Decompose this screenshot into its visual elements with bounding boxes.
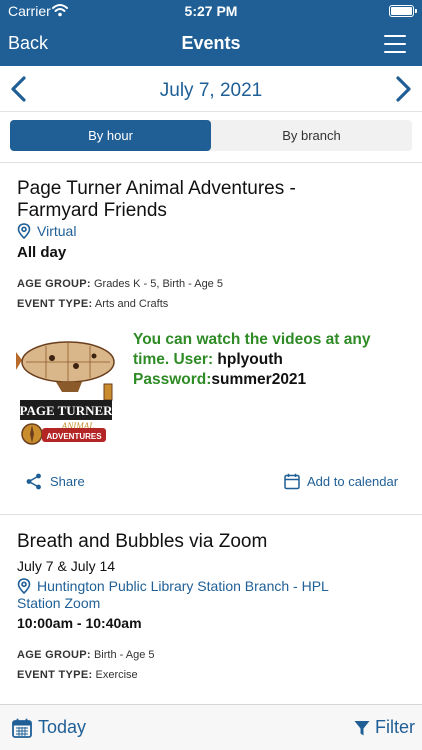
date-navigator: July 7, 2021 bbox=[0, 66, 422, 112]
logo-text-line3: ADVENTURES bbox=[46, 432, 102, 441]
location-pin-icon bbox=[17, 578, 31, 594]
bottom-toolbar: Today Filter bbox=[0, 704, 422, 750]
event-type: EVENT TYPE: Exercise bbox=[17, 669, 138, 681]
calendar-icon bbox=[12, 718, 32, 738]
event-note: You can watch the videos at any time. Us… bbox=[133, 331, 371, 388]
page-title: Events bbox=[181, 33, 241, 53]
divider bbox=[0, 162, 422, 163]
clock: 5:27 PM bbox=[184, 3, 238, 19]
hamburger-menu-icon[interactable] bbox=[384, 35, 406, 53]
event-title: Page Turner Animal Adventures - Farmyard… bbox=[17, 178, 296, 221]
page-turner-logo-image: PAGE TURNER ANIMAL ADVENTURES bbox=[16, 341, 115, 445]
current-date: July 7, 2021 bbox=[159, 80, 263, 101]
battery-icon bbox=[389, 5, 417, 17]
chevron-right-icon[interactable] bbox=[388, 75, 416, 103]
logo-text-line1: PAGE TURNER bbox=[19, 403, 113, 418]
event-title: Breath and Bubbles via Zoom bbox=[17, 531, 268, 552]
event-type: EVENT TYPE: Arts and Crafts bbox=[17, 298, 169, 310]
segment-by-branch[interactable]: By branch bbox=[211, 120, 412, 151]
add-to-calendar-button[interactable]: Add to calendar bbox=[284, 472, 404, 492]
calendar-icon bbox=[284, 473, 300, 490]
top-bar: Carrier 5:27 PM Back Events bbox=[0, 0, 422, 66]
filter-button[interactable]: Filter bbox=[354, 717, 416, 739]
today-button[interactable]: Today bbox=[12, 717, 92, 739]
event-dates: July 7 & July 14 bbox=[17, 558, 116, 574]
age-group: AGE GROUP: Birth - Age 5 bbox=[17, 649, 155, 661]
segment-by-hour[interactable]: By hour bbox=[10, 120, 211, 151]
divider bbox=[0, 514, 422, 515]
share-button[interactable]: Share bbox=[26, 472, 96, 492]
share-icon bbox=[26, 473, 41, 490]
age-group: AGE GROUP: Grades K - 5, Birth - Age 5 bbox=[17, 278, 223, 290]
status-bar: Carrier 5:27 PM bbox=[0, 0, 422, 22]
event-time: All day bbox=[17, 244, 67, 261]
event-time: 10:00am - 10:40am bbox=[17, 615, 142, 631]
nav-bar: Back Events bbox=[0, 22, 422, 66]
view-mode-segmented-control: By hour By branch bbox=[10, 120, 412, 151]
event-location[interactable]: Huntington Public Library Station Branch… bbox=[17, 578, 329, 612]
location-pin-icon bbox=[17, 223, 31, 239]
event-location[interactable]: Virtual bbox=[17, 223, 76, 240]
filter-icon bbox=[354, 721, 370, 736]
